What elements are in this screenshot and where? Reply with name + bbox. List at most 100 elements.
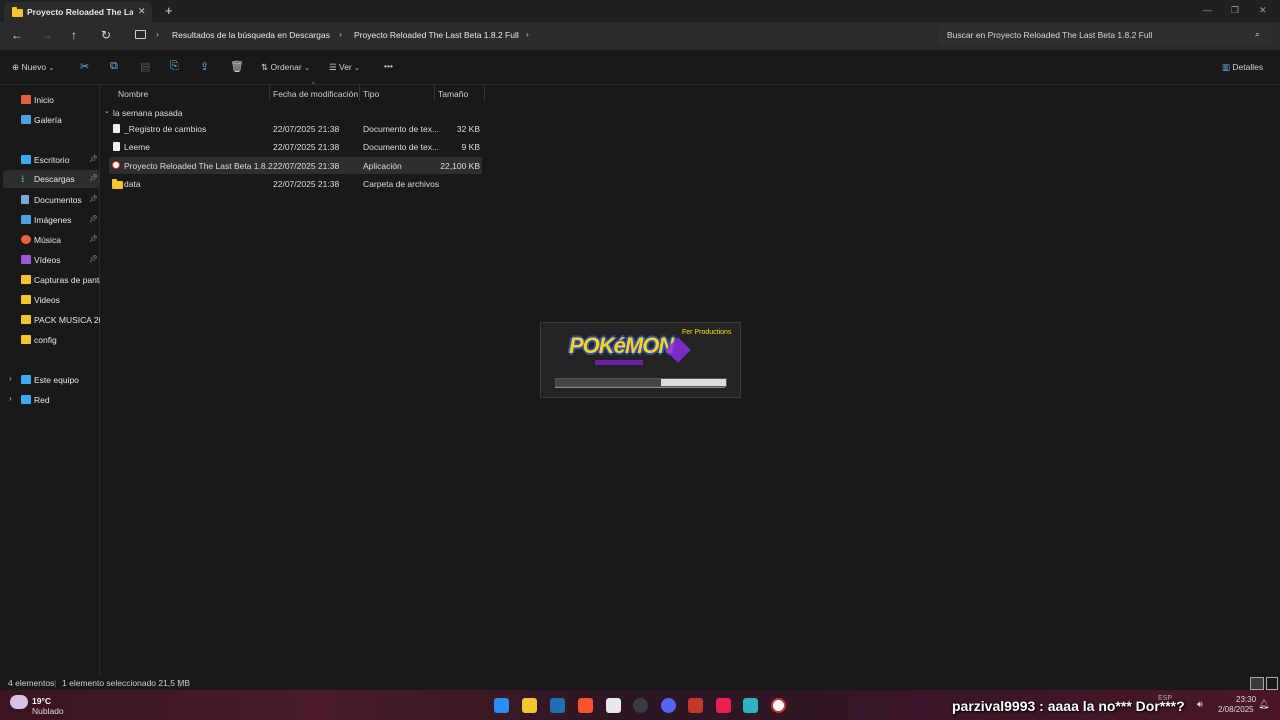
- sidebar-item-videos-folder[interactable]: Videos: [3, 291, 99, 309]
- details-label: Detalles: [1232, 62, 1264, 72]
- gallery-icon: [21, 115, 31, 124]
- copy-icon[interactable]: ⧉: [110, 60, 118, 73]
- file-explorer-icon[interactable]: [522, 698, 537, 713]
- sidebar-item-documentos[interactable]: Documentos 📌︎: [3, 191, 99, 209]
- back-arrow-icon[interactable]: ←: [11, 28, 23, 42]
- sidebar-item-descargas[interactable]: ⭳ Descargas 📌︎: [3, 170, 99, 188]
- pokeball-app-icon[interactable]: [771, 698, 786, 713]
- chevron-down-icon: ⌄: [48, 65, 55, 72]
- maximize-button[interactable]: ❐: [1231, 5, 1239, 16]
- brave-browser-icon[interactable]: [578, 698, 593, 713]
- chevron-right-icon[interactable]: ›: [9, 374, 12, 383]
- file-date: 22/07/2025 21:38: [273, 142, 340, 152]
- group-header[interactable]: la semana pasada: [113, 108, 182, 118]
- chevron-right-icon[interactable]: ›: [9, 394, 12, 403]
- chevron-right-icon[interactable]: ›: [526, 29, 529, 39]
- column-header-type[interactable]: Tipo: [363, 89, 379, 99]
- notification-bell-icon[interactable]: 🔔︎: [1258, 699, 1269, 710]
- windows-start-icon[interactable]: [494, 698, 509, 713]
- tiles-view-icon[interactable]: [1266, 677, 1278, 690]
- discord-icon[interactable]: [661, 698, 676, 713]
- desktop-icon: [21, 155, 31, 164]
- file-name: data: [124, 179, 141, 189]
- sidebar-item-imagenes[interactable]: Imágenes 📌︎: [3, 211, 99, 229]
- search-icon[interactable]: ⌕: [1255, 29, 1260, 40]
- sidebar-item-label: Videos: [34, 295, 60, 305]
- column-header-name[interactable]: Nombre: [118, 89, 148, 99]
- splash-credit: Fer Productions: [682, 329, 732, 336]
- weather-temperature[interactable]: 19°C: [32, 696, 51, 706]
- sidebar-item-capturas[interactable]: Capturas de pantall: [3, 271, 100, 289]
- chevron-right-icon: ›: [339, 29, 342, 39]
- chevron-right-icon: ›: [156, 29, 159, 39]
- column-header-date[interactable]: Fecha de modificación: [273, 89, 358, 99]
- new-label: Nuevo: [21, 62, 47, 72]
- weather-condition[interactable]: Nublado: [32, 706, 64, 716]
- column-divider[interactable]: [269, 85, 270, 101]
- address-bar[interactable]: › Resultados de la búsqueda en Descargas…: [128, 25, 932, 46]
- sidebar-item-red[interactable]: › Red: [3, 391, 99, 409]
- obs-icon[interactable]: [633, 698, 648, 713]
- close-window-button[interactable]: ✕: [1259, 5, 1267, 16]
- more-options-button[interactable]: •••: [384, 61, 393, 71]
- column-divider[interactable]: [434, 85, 435, 101]
- view-label: Ver: [339, 62, 352, 72]
- loading-progress-bar: [555, 378, 727, 387]
- refresh-icon[interactable]: ↻: [101, 28, 111, 42]
- table-row[interactable]: _Registro de cambios 22/07/2025 21:38 Do…: [109, 120, 482, 137]
- sidebar-item-videos-library[interactable]: Vídeos 📌︎: [3, 251, 99, 269]
- window-tab[interactable]: Proyecto Reloaded The Last Be ✕: [4, 2, 152, 22]
- up-arrow-icon[interactable]: ↑: [71, 28, 77, 42]
- clock-time[interactable]: 23:30: [1236, 695, 1256, 704]
- notepad-icon[interactable]: [743, 698, 758, 713]
- search-input[interactable]: Buscar en Proyecto Reloaded The Last Bet…: [938, 25, 1272, 46]
- volume-icon[interactable]: 🔊︎: [1197, 699, 1203, 710]
- sort-button[interactable]: ⇅ Ordenar ⌄: [261, 62, 310, 73]
- cut-icon[interactable]: ✂: [80, 60, 89, 73]
- share-icon[interactable]: ⇪: [200, 60, 209, 73]
- rename-icon[interactable]: ⎘: [170, 60, 179, 73]
- delete-icon[interactable]: 🗑︎: [230, 60, 244, 73]
- tiktok-icon[interactable]: [716, 698, 731, 713]
- forward-arrow-icon[interactable]: →: [41, 28, 53, 42]
- sidebar-item-musica[interactable]: Música 📌︎: [3, 231, 99, 249]
- new-tab-button[interactable]: +: [165, 3, 173, 18]
- details-view-icon[interactable]: [1250, 677, 1264, 690]
- view-button[interactable]: ☰ Ver ⌄: [329, 62, 360, 73]
- pin-icon: 📌︎: [89, 196, 98, 203]
- minimize-button[interactable]: —: [1203, 5, 1212, 15]
- app-icon[interactable]: [550, 698, 565, 713]
- download-icon: ⭳: [21, 174, 25, 185]
- sidebar-item-galeria[interactable]: Galería: [3, 111, 99, 129]
- sidebar-item-escritorio[interactable]: Escritorio 📌︎: [3, 151, 99, 169]
- details-button[interactable]: ▥ Detalles: [1222, 62, 1263, 73]
- sidebar-item-inicio[interactable]: Inicio: [3, 91, 99, 109]
- divider: [0, 84, 1280, 85]
- column-header-size[interactable]: Tamaño: [438, 89, 468, 99]
- close-tab-button[interactable]: ✕: [138, 6, 146, 17]
- sidebar-item-config[interactable]: config: [3, 331, 99, 349]
- stream-chat-overlay: parzival9993 : aaaa la no*** Dor***?: [952, 698, 1185, 714]
- folder-icon: [21, 275, 31, 284]
- breadcrumb-search-results[interactable]: Resultados de la búsqueda en Descargas: [172, 30, 330, 40]
- chevron-down-icon[interactable]: ⌄: [104, 107, 110, 115]
- breadcrumb-current-folder[interactable]: Proyecto Reloaded The Last Beta 1.8.2 Fu…: [354, 30, 519, 40]
- paste-icon[interactable]: ▤: [140, 60, 150, 73]
- file-size: 22,100 KB: [440, 161, 480, 171]
- sidebar-item-este-equipo[interactable]: › Este equipo: [3, 371, 99, 389]
- weather-cloud-icon: [10, 695, 28, 709]
- game-splash-window: Fer Productions POKéMON: [540, 322, 741, 398]
- sidebar-item-label: PACK MUSICA 2025: [34, 315, 100, 325]
- table-row[interactable]: Leeme 22/07/2025 21:38 Documento de tex.…: [109, 138, 482, 155]
- column-divider[interactable]: [484, 85, 485, 101]
- column-divider[interactable]: [359, 85, 360, 101]
- pin-icon: 📌︎: [89, 256, 98, 263]
- table-row[interactable]: data 22/07/2025 21:38 Carpeta de archivo…: [109, 175, 482, 192]
- app-icon[interactable]: [606, 698, 621, 713]
- sidebar-item-label: config: [34, 335, 57, 345]
- table-row[interactable]: Proyecto Reloaded The Last Beta 1.8.2 22…: [109, 157, 482, 174]
- app-icon[interactable]: [688, 698, 703, 713]
- sidebar-item-pack-musica[interactable]: PACK MUSICA 2025: [3, 311, 100, 329]
- new-button[interactable]: ⊕ Nuevo ⌄: [12, 62, 54, 73]
- clock-date[interactable]: 2/08/2025: [1218, 705, 1254, 714]
